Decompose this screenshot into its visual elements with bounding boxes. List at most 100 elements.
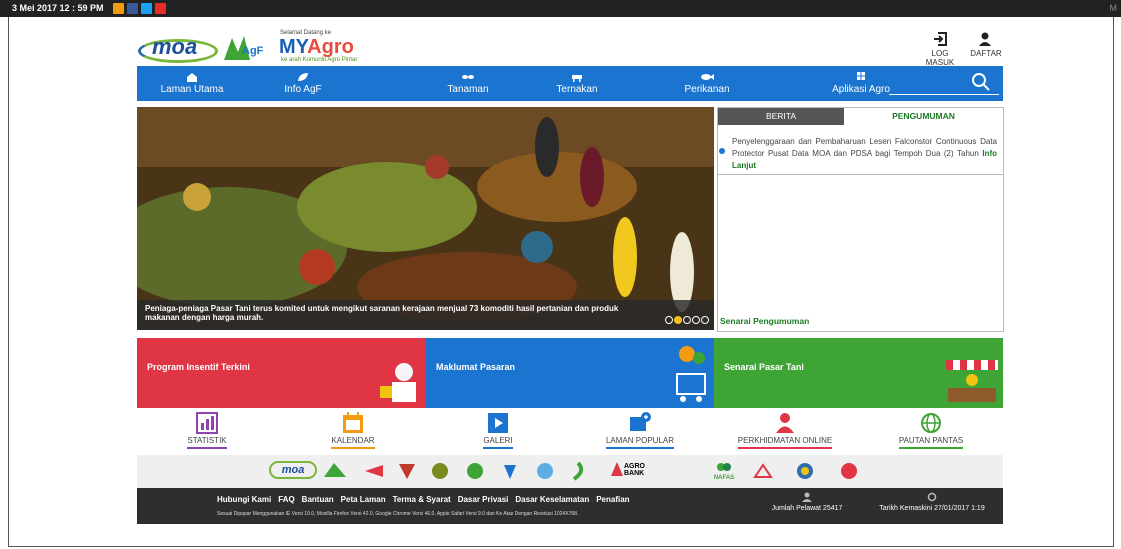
partner-logo-5[interactable] — [465, 461, 485, 481]
nav-label: Aplikasi Agro — [832, 84, 890, 95]
last-updated-text: Tarikh Kemaskini 27/01/2017 1:19 — [879, 505, 985, 512]
login-button[interactable]: LOG MASUK — [918, 32, 962, 67]
partner-agrobank-logo[interactable]: AGRO BANK — [610, 461, 645, 481]
video-gallery-icon — [488, 413, 508, 433]
news-panel: BERITA PENGUMUMAN Penyelenggaraan dan Pe… — [717, 107, 1004, 332]
banner-senarai-pasar-tani[interactable]: Senarai Pasar Tani — [714, 338, 1003, 408]
home-icon — [187, 73, 197, 82]
partner-logo-3[interactable] — [397, 461, 417, 481]
banner-title: Program Insentif Terkini — [147, 362, 250, 372]
slider-dot[interactable] — [692, 316, 700, 324]
fish-icon — [701, 74, 714, 80]
partner-agrobank-text: AGRO BANK — [624, 463, 645, 477]
agf-leaf-icon: AgF — [224, 36, 264, 60]
footer-link-faq[interactable]: FAQ — [278, 495, 294, 504]
calendar-icon — [343, 412, 363, 433]
youtube-icon[interactable] — [155, 3, 166, 14]
slider-dot[interactable] — [683, 316, 691, 324]
footer-link-keselamatan[interactable]: Dasar Keselamatan — [515, 495, 589, 504]
quicklink-perkhidmatan-online[interactable]: PERKHIDMATAN ONLINE — [730, 412, 840, 449]
footer: Hubungi Kami FAQ Bantuan Peta Laman Terma & … — [137, 488, 1003, 524]
partner-nafas-logo[interactable]: NAFAS — [709, 461, 739, 481]
quicklink-laman-popular[interactable]: LAMAN POPULAR — [585, 412, 695, 449]
tab-berita[interactable]: BERITA — [718, 108, 844, 125]
rss-icon[interactable] — [113, 3, 124, 14]
partner-logo-2[interactable] — [361, 461, 385, 481]
footer-link-privasi[interactable]: Dasar Privasi — [458, 495, 509, 504]
user-icon — [802, 492, 812, 502]
nav-label: Info AgF — [284, 84, 322, 95]
banner-title: Senarai Pasar Tani — [724, 362, 804, 372]
hero-slider[interactable]: Peniaga-peniaga Pasar Tani terus komited… — [137, 107, 714, 330]
slider-dot[interactable] — [665, 316, 673, 324]
nav-label: Perikanan — [684, 84, 730, 95]
nav-label: Ternakan — [556, 84, 598, 95]
quicklink-statistik[interactable]: STATISTIK — [152, 412, 262, 449]
agf-logo[interactable]: AgF — [220, 34, 266, 62]
quicklink-label: GALERI — [483, 436, 513, 449]
search-underline[interactable] — [889, 94, 999, 95]
footer-link-peta[interactable]: Peta Laman — [341, 495, 386, 504]
nav-info-agf[interactable]: Info AgF — [247, 66, 359, 101]
partner-logo-7[interactable] — [535, 461, 555, 481]
nav-perikanan[interactable]: Perikanan — [651, 66, 763, 101]
banner-program-insentif[interactable]: Program Insentif Terkini — [137, 338, 426, 408]
tab-pengumuman[interactable]: PENGUMUMAN — [844, 108, 1003, 125]
slider-dot-active[interactable] — [674, 316, 682, 324]
online-service-icon — [776, 413, 794, 433]
user-add-icon — [979, 32, 991, 46]
myagro-logo[interactable]: MYAgro — [279, 36, 354, 59]
sprout-icon — [462, 75, 474, 79]
agrobank-triangle-icon — [611, 462, 623, 476]
datetime: 3 Mei 2017 12 : 59 PM — [12, 3, 104, 13]
quicklink-kalendar[interactable]: KALENDAR — [298, 412, 408, 449]
slider-dots[interactable] — [665, 311, 714, 330]
hero-caption-text: Peniaga-peniaga Pasar Tani terus komited… — [145, 304, 619, 322]
twitter-icon[interactable] — [141, 3, 152, 14]
partner-logo-8[interactable] — [570, 461, 590, 481]
nav-label: Laman Utama — [160, 84, 224, 95]
quicklink-pautan-pantas[interactable]: PAUTAN PANTAS — [876, 412, 986, 449]
facebook-icon[interactable] — [127, 3, 138, 14]
nav-aplikasi-agro[interactable]: Aplikasi Agro — [805, 66, 917, 101]
partner-logo-10[interactable] — [795, 461, 815, 481]
partner-moa-logo[interactable]: moa — [269, 461, 317, 479]
partner-logo-9[interactable] — [753, 461, 773, 481]
moa-logo[interactable]: moa — [138, 34, 218, 63]
apps-icon — [857, 72, 865, 80]
partner-logo-11[interactable] — [837, 461, 861, 481]
footer-link-hubungi[interactable]: Hubungi Kami — [217, 495, 271, 504]
slider-dot[interactable] — [701, 316, 709, 324]
quicklink-label: LAMAN POPULAR — [605, 436, 675, 449]
nav-laman-utama[interactable]: Laman Utama — [137, 66, 247, 101]
myagro-agro: Agro — [307, 36, 354, 58]
footer-links: Hubungi Kami FAQ Bantuan Peta Laman Terma & … — [217, 495, 637, 504]
register-label: DAFTAR — [970, 49, 1002, 58]
search-icon[interactable] — [971, 72, 991, 92]
partner-logo-4[interactable] — [430, 461, 450, 481]
footer-link-terma[interactable]: Terma & Syarat — [393, 495, 451, 504]
cow-icon — [572, 75, 582, 82]
banner-title: Maklumat Pasaran — [436, 362, 516, 372]
senarai-pengumuman-link[interactable]: Senarai Pengumuman — [720, 316, 809, 326]
partner-logo-6[interactable] — [500, 461, 520, 481]
register-button[interactable]: DAFTAR — [968, 32, 1004, 58]
visitor-counter: Jumlah Pelawat 25417 — [747, 492, 867, 512]
quicklink-galeri[interactable]: GALERI — [443, 412, 553, 449]
visitor-count: Jumlah Pelawat 25417 — [771, 505, 843, 512]
market-stall-icon — [946, 360, 998, 402]
footer-link-bantuan[interactable]: Bantuan — [302, 495, 334, 504]
nav-tanaman[interactable]: Tanaman — [412, 66, 524, 101]
gifts-icon — [380, 363, 416, 402]
partner-logos: moa AGRO BANK NAFAS — [137, 455, 1003, 488]
login-icon — [934, 32, 947, 46]
globe-link-icon — [921, 413, 941, 433]
browser-note: Sesuai Dipapar Menggunakan IE Versi 10.0… — [217, 511, 579, 517]
top-bar: 3 Mei 2017 12 : 59 PM M — [0, 0, 1121, 17]
partner-logo-1[interactable] — [322, 461, 348, 481]
banner-maklumat-pasaran[interactable]: Maklumat Pasaran — [426, 338, 715, 408]
hero-caption: Peniaga-peniaga Pasar Tani terus komited… — [137, 300, 714, 330]
top-bar-letter: M — [1109, 3, 1118, 13]
nav-ternakan[interactable]: Ternakan — [521, 66, 633, 101]
footer-link-penafian[interactable]: Penafian — [596, 495, 629, 504]
